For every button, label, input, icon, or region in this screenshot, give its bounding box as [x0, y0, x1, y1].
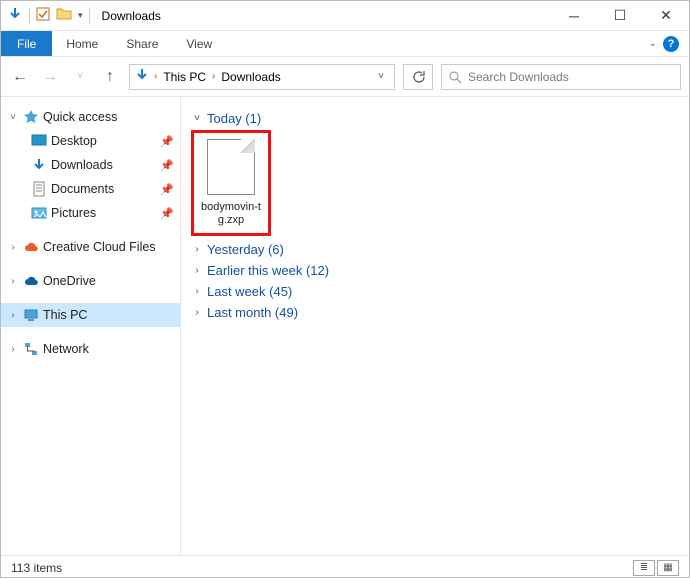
search-icon [448, 70, 462, 84]
chevron-right-icon[interactable]: › [212, 71, 215, 82]
chevron-right-icon[interactable]: › [7, 310, 19, 321]
nav-forward-button[interactable]: → [39, 66, 61, 88]
search-box[interactable]: Search Downloads [441, 64, 681, 90]
nav-recent-dropdown[interactable]: ˅ [69, 66, 91, 88]
breadcrumb-segment[interactable]: This PC [161, 70, 208, 84]
sidebar-item-pictures[interactable]: Pictures 📌 [1, 201, 180, 225]
pin-icon: 📌 [160, 135, 174, 148]
navigation-pane: ˅ Quick access Desktop 📌 Downloads 📌 Doc… [1, 97, 181, 555]
group-label: Yesterday (6) [207, 242, 284, 257]
breadcrumb-segment[interactable]: Downloads [219, 70, 282, 84]
documents-icon [31, 181, 47, 197]
chevron-right-icon[interactable]: › [191, 307, 203, 318]
maximize-button[interactable]: ☐ [597, 1, 643, 31]
address-bar[interactable]: › This PC › Downloads ˅ [129, 64, 395, 90]
status-bar: 113 items ≣ ▦ [1, 555, 689, 579]
sidebar-item-desktop[interactable]: Desktop 📌 [1, 129, 180, 153]
minimize-button[interactable]: ─ [551, 1, 597, 31]
network-icon [23, 341, 39, 357]
sidebar-item-label: Documents [51, 182, 114, 196]
content-pane[interactable]: ˅ Today (1) bodymovin-tg.zxp › Yesterday… [181, 97, 689, 555]
group-header-last-month[interactable]: › Last month (49) [191, 305, 679, 320]
ribbon-tab-home[interactable]: Home [52, 31, 112, 56]
ribbon-tab-share[interactable]: Share [112, 31, 172, 56]
sidebar-item-label: Creative Cloud Files [43, 240, 156, 254]
refresh-button[interactable] [403, 64, 433, 90]
view-details-button[interactable]: ≣ [633, 560, 655, 576]
qat-down-icon[interactable] [7, 6, 23, 25]
ribbon-collapse-icon[interactable]: ⌄ [649, 38, 657, 49]
window-title: Downloads [102, 9, 161, 23]
chevron-right-icon[interactable]: › [191, 265, 203, 276]
nav-back-button[interactable]: ← [9, 66, 31, 88]
qat-check-icon[interactable] [36, 7, 50, 24]
pictures-icon [31, 205, 47, 221]
sidebar-item-documents[interactable]: Documents 📌 [1, 177, 180, 201]
chevron-right-icon[interactable]: › [154, 71, 157, 82]
pin-icon: 📌 [160, 159, 174, 172]
file-item[interactable]: bodymovin-tg.zxp [191, 130, 271, 236]
group-label: Last month (49) [207, 305, 298, 320]
onedrive-icon [23, 273, 39, 289]
sidebar-item-onedrive[interactable]: › OneDrive [1, 269, 180, 293]
chevron-right-icon[interactable]: › [191, 244, 203, 255]
chevron-down-icon[interactable]: ˅ [191, 113, 203, 124]
ribbon-tab-view[interactable]: View [172, 31, 226, 56]
ribbon: File Home Share View ⌄ ? [1, 31, 689, 57]
sidebar-item-creative-cloud[interactable]: › Creative Cloud Files [1, 235, 180, 259]
separator [29, 8, 30, 24]
desktop-icon [31, 133, 47, 149]
star-icon [23, 109, 39, 125]
search-placeholder: Search Downloads [468, 70, 569, 84]
group-label: Last week (45) [207, 284, 292, 299]
sidebar-item-label: OneDrive [43, 274, 96, 288]
status-item-count: 113 items [11, 561, 62, 575]
chevron-right-icon[interactable]: › [7, 344, 19, 355]
qat-folder-icon[interactable] [56, 6, 72, 25]
breadcrumb-downloads-icon [134, 67, 150, 86]
group-header-last-week[interactable]: › Last week (45) [191, 284, 679, 299]
separator [89, 8, 90, 24]
sidebar-item-downloads[interactable]: Downloads 📌 [1, 153, 180, 177]
help-icon[interactable]: ? [663, 36, 679, 52]
cloud-icon [23, 239, 39, 255]
group-header-today[interactable]: ˅ Today (1) [191, 111, 679, 126]
qat-dropdown-icon[interactable]: ▾ [78, 10, 83, 21]
view-icons-button[interactable]: ▦ [657, 560, 679, 576]
chevron-right-icon[interactable]: › [7, 276, 19, 287]
title-bar: ▾ Downloads ─ ☐ ✕ [1, 1, 689, 31]
sidebar-item-label: This PC [43, 308, 87, 322]
chevron-down-icon[interactable]: ˅ [7, 112, 19, 123]
close-button[interactable]: ✕ [643, 1, 689, 31]
chevron-right-icon[interactable]: › [191, 286, 203, 297]
sidebar-item-label: Pictures [51, 206, 96, 220]
sidebar-item-label: Quick access [43, 110, 117, 124]
navigation-bar: ← → ˅ ↑ › This PC › Downloads ˅ Search D… [1, 57, 689, 97]
sidebar-item-label: Downloads [51, 158, 113, 172]
chevron-right-icon[interactable]: › [7, 242, 19, 253]
group-label: Today (1) [207, 111, 261, 126]
downloads-icon [31, 157, 47, 173]
sidebar-item-network[interactable]: › Network [1, 337, 180, 361]
sidebar-item-label: Desktop [51, 134, 97, 148]
pc-icon [23, 307, 39, 323]
ribbon-file-tab[interactable]: File [1, 31, 52, 56]
sidebar-item-quick-access[interactable]: ˅ Quick access [1, 105, 180, 129]
file-name: bodymovin-tg.zxp [198, 201, 264, 227]
sidebar-item-this-pc[interactable]: › This PC [1, 303, 180, 327]
pin-icon: 📌 [160, 183, 174, 196]
group-header-earlier-this-week[interactable]: › Earlier this week (12) [191, 263, 679, 278]
group-label: Earlier this week (12) [207, 263, 329, 278]
sidebar-item-label: Network [43, 342, 89, 356]
nav-up-button[interactable]: ↑ [99, 66, 121, 88]
pin-icon: 📌 [160, 207, 174, 220]
group-header-yesterday[interactable]: › Yesterday (6) [191, 242, 679, 257]
file-icon [207, 139, 255, 195]
address-dropdown-icon[interactable]: ˅ [372, 71, 390, 82]
